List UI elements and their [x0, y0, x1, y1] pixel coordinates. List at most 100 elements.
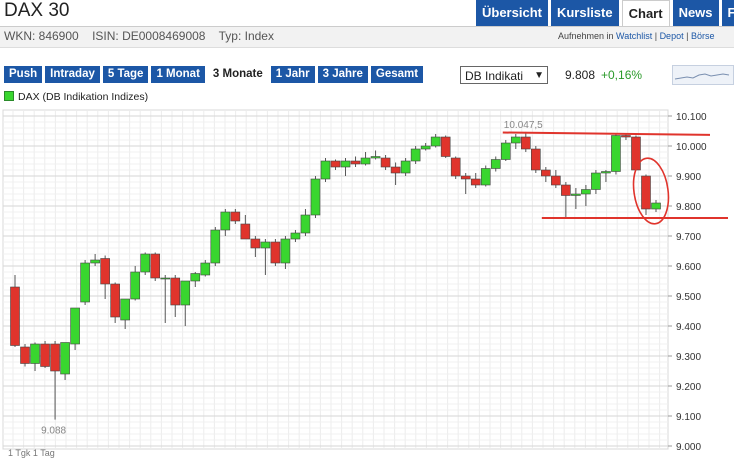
isin-text: ISIN: DE0008469008	[92, 29, 206, 43]
watchlist-link[interactable]: Watchlist	[616, 31, 652, 41]
candle-up	[510, 136, 521, 144]
wkn-text: WKN: 846900	[4, 29, 79, 43]
candle-up	[601, 171, 611, 174]
candle-up	[410, 148, 421, 162]
candle-up	[490, 159, 501, 169]
y-tick-label: 9.400	[676, 322, 701, 333]
sparkline-thumbnail[interactable]	[672, 65, 734, 85]
bottom-note: 1 Tgk 1 Tag	[8, 448, 55, 458]
candle-down	[10, 286, 20, 346]
candle-down	[50, 343, 60, 372]
y-tick-label: 10.000	[676, 142, 707, 153]
candle-down	[350, 160, 361, 165]
candle-up	[70, 307, 80, 345]
candle-down	[561, 184, 571, 196]
candle-up	[370, 156, 381, 159]
legend-label: DAX (DB Indikation Indizes)	[18, 91, 149, 103]
top-tab-bar: Übersicht Kursliste Chart News Fo	[476, 0, 734, 26]
candle-down	[170, 277, 181, 306]
candle-down	[541, 169, 551, 177]
low-label: 9.088	[41, 426, 66, 437]
candle-up	[190, 273, 201, 282]
candlestick-chart: 10.100 10.000 9.900 9.800 9.700 9.600 9.500 9.4…	[2, 109, 728, 453]
candle-down	[631, 136, 641, 171]
range-selector: Push Intraday 5 Tage 1 Monat 3 Monate 1 …	[4, 66, 424, 83]
candle-up	[290, 232, 301, 240]
exchange-select[interactable]: DB Indikati ▼	[460, 66, 548, 84]
candle-down	[330, 160, 341, 168]
candle-up	[360, 157, 371, 165]
candle-down	[240, 223, 251, 240]
depot-link[interactable]: Depot	[660, 31, 684, 41]
candle-up	[30, 343, 40, 364]
high-label: 10.047,5	[504, 120, 543, 131]
range-5-tage-button[interactable]: 5 Tage	[102, 66, 149, 83]
y-tick-label: 9.000	[676, 442, 701, 453]
candle-down	[250, 238, 261, 249]
info-bar: WKN: 846900 ISIN: DE0008469008 Typ: Inde…	[0, 26, 734, 48]
candle-up	[200, 262, 211, 276]
y-tick-label: 9.900	[676, 172, 701, 183]
candle-down	[470, 178, 481, 186]
candle-down	[110, 283, 120, 318]
y-tick-label: 9.100	[676, 412, 701, 423]
add-to-label: Aufnehmen in	[558, 31, 617, 41]
range-intraday-button[interactable]: Intraday	[45, 66, 100, 83]
candle-down	[531, 148, 541, 171]
type-text: Typ: Index	[218, 29, 274, 43]
range-1-jahr-button[interactable]: 1 Jahr	[270, 66, 315, 83]
tab-chart[interactable]: Chart	[621, 0, 670, 26]
watchlist-links: Aufnehmen in Watchlist | Depot | Börse	[558, 31, 714, 41]
candle-down	[440, 136, 451, 157]
candle-down	[380, 157, 391, 168]
range-3-monate-button[interactable]: 3 Monate	[207, 66, 268, 83]
candle-down	[390, 166, 401, 174]
range-1-monat-button[interactable]: 1 Monat	[151, 66, 205, 83]
separator: |	[683, 31, 691, 41]
candle-up	[180, 280, 191, 306]
range-gesamt-button[interactable]: Gesamt	[370, 66, 424, 83]
candle-down	[460, 175, 471, 180]
candle-down	[150, 253, 161, 279]
security-ids: WKN: 846900 ISIN: DE0008469008 Typ: Inde…	[4, 29, 284, 43]
candle-down	[621, 135, 631, 138]
range-push-button[interactable]: Push	[4, 66, 43, 83]
candle-up	[140, 253, 151, 273]
candle-up	[320, 160, 331, 180]
tab-news[interactable]: News	[672, 0, 719, 26]
candle-up	[220, 211, 231, 231]
candle-down	[520, 136, 531, 150]
separator: |	[652, 31, 660, 41]
y-tick-label: 9.200	[676, 382, 701, 393]
chevron-down-icon: ▼	[534, 70, 544, 81]
tab-uebersicht[interactable]: Übersicht	[476, 0, 548, 26]
candle-up	[581, 189, 591, 195]
candle-down	[40, 343, 50, 367]
candle-down	[270, 241, 281, 264]
candle-up	[260, 241, 271, 249]
candle-up	[430, 136, 441, 147]
tab-kursliste[interactable]: Kursliste	[550, 0, 619, 26]
candle-up	[300, 214, 311, 234]
candle-down	[450, 157, 461, 177]
y-tick-label: 10.100	[676, 112, 707, 123]
candle-up	[500, 142, 511, 160]
candle-down	[20, 346, 30, 364]
range-3-jahre-button[interactable]: 3 Jahre	[317, 66, 368, 83]
candle-up	[210, 229, 221, 264]
legend-swatch	[4, 91, 14, 101]
boerse-link[interactable]: Börse	[691, 31, 715, 41]
candle-up	[130, 271, 140, 300]
y-tick-label: 9.600	[676, 262, 701, 273]
candle-up	[651, 202, 661, 210]
candle-up	[420, 145, 431, 150]
price-change: +0,16%	[601, 68, 643, 82]
candle-up	[611, 135, 621, 172]
tab-fo[interactable]: Fo	[721, 0, 734, 26]
sparkline-icon	[674, 73, 730, 80]
candle-up	[310, 178, 321, 216]
last-price: 9.808	[565, 68, 596, 82]
candle-up	[90, 259, 100, 264]
candle-up	[340, 160, 351, 168]
candle-up	[280, 238, 291, 264]
